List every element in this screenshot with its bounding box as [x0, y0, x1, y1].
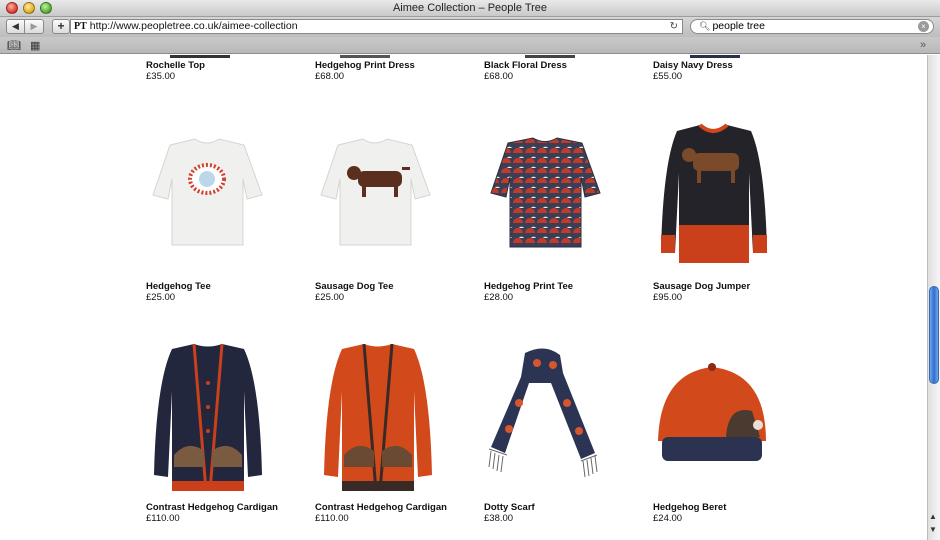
product-image-contrast-hedgehog-cardigan-navy[interactable] [148, 343, 268, 495]
back-button[interactable]: ◀ [6, 19, 25, 34]
reload-icon[interactable]: ↻ [670, 20, 678, 33]
product-name[interactable]: Black Floral Dress [484, 60, 567, 71]
scroll-down-arrow-icon[interactable]: ▼ [929, 525, 937, 534]
window-title: Aimee Collection – People Tree [392, 2, 548, 14]
zoom-window-button[interactable] [40, 2, 52, 14]
product-price: £28.00 [484, 292, 514, 303]
product-price: £25.00 [146, 292, 176, 303]
scrollbar-thumb[interactable] [929, 286, 939, 384]
bookmarks-bar: 📖︎ ▦ » [0, 37, 940, 54]
minimize-window-button[interactable] [23, 2, 35, 14]
product-price: £35.00 [146, 71, 176, 82]
product-name[interactable]: Sausage Dog Tee [315, 281, 394, 292]
product-name[interactable]: Hedgehog Print Tee [484, 281, 573, 292]
product-image-hedgehog-tee[interactable] [150, 135, 265, 250]
forward-button[interactable]: ▶ [25, 19, 44, 34]
product-image-hedgehog-print-tee[interactable] [488, 135, 603, 250]
site-favicon: PT [74, 21, 87, 32]
window-titlebar: Aimee Collection – People Tree [0, 0, 940, 17]
product-price: £110.00 [146, 513, 180, 524]
overflow-chevron-icon[interactable]: » [920, 39, 926, 51]
product-name[interactable]: Hedgehog Beret [653, 502, 726, 513]
product-name[interactable]: Rochelle Top [146, 60, 205, 71]
product-image-dotty-scarf[interactable] [485, 343, 605, 483]
window-controls [6, 2, 52, 14]
product-name[interactable]: Hedgehog Print Dress [315, 60, 415, 71]
product-price: £95.00 [653, 292, 683, 303]
product-image-contrast-hedgehog-cardigan-orange[interactable] [318, 343, 438, 495]
product-name[interactable]: Hedgehog Tee [146, 281, 211, 292]
book-icon[interactable]: 📖︎ [7, 39, 21, 52]
search-icon: 🔍︎ [699, 21, 711, 31]
url-text: http://www.peopletree.co.uk/aimee-collec… [89, 20, 298, 32]
search-value: people tree [712, 20, 765, 32]
product-name[interactable]: Dotty Scarf [484, 502, 535, 513]
product-name[interactable]: Daisy Navy Dress [653, 60, 733, 71]
clear-search-icon[interactable]: × [918, 21, 929, 32]
browser-toolbar: ◀ ▶ + PT http://www.peopletree.co.uk/aime… [0, 17, 940, 37]
search-field[interactable]: 🔍︎ people tree × [690, 19, 934, 34]
product-name[interactable]: Sausage Dog Jumper [653, 281, 750, 292]
product-image-sausage-dog-tee[interactable] [318, 135, 433, 250]
product-name[interactable]: Contrast Hedgehog Cardigan [146, 502, 278, 513]
page-content: Rochelle Top £35.00 Hedgehog Print Dress… [0, 55, 927, 540]
product-image-hedgehog-beret[interactable] [652, 355, 772, 480]
product-name[interactable]: Contrast Hedgehog Cardigan [315, 502, 447, 513]
close-window-button[interactable] [6, 2, 18, 14]
scroll-up-arrow-icon[interactable]: ▲ [929, 512, 937, 521]
product-price: £24.00 [653, 513, 683, 524]
product-price: £38.00 [484, 513, 514, 524]
product-price: £110.00 [315, 513, 349, 524]
address-bar[interactable]: PT http://www.peopletree.co.uk/aimee-coll… [70, 19, 683, 34]
product-price: £25.00 [315, 292, 345, 303]
product-price: £68.00 [315, 71, 345, 82]
add-bookmark-button[interactable]: + [52, 19, 70, 34]
product-image-sausage-dog-jumper[interactable] [655, 123, 775, 273]
product-price: £55.00 [653, 71, 683, 82]
grid-icon[interactable]: ▦ [30, 39, 40, 52]
product-price: £68.00 [484, 71, 514, 82]
